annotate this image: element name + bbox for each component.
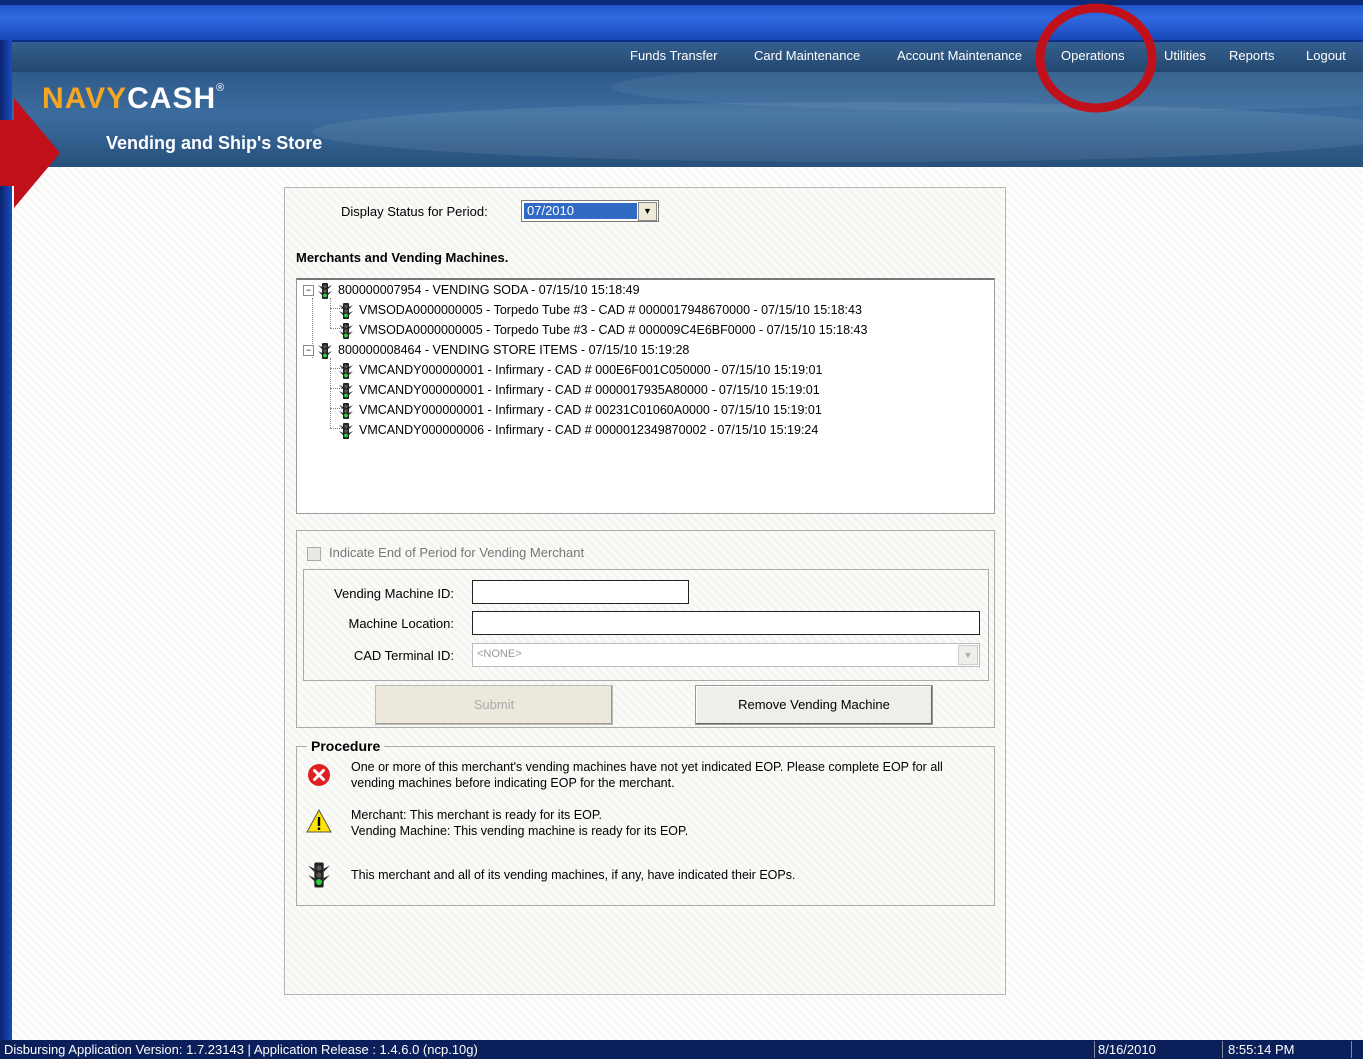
logo-cash-text: CASH [127, 82, 217, 115]
tree-merchant-row[interactable]: − 800000007954 - VENDING SODA - 07/15/10 … [303, 280, 640, 300]
traffic-light-icon [308, 862, 330, 888]
top-frame-band [0, 0, 1363, 40]
tree-merchant-row[interactable]: − 800000008464 - VENDING STORE ITEMS - 07… [303, 340, 689, 360]
remove-vending-machine-button[interactable]: Remove Vending Machine [695, 685, 933, 725]
period-label: Display Status for Period: [341, 204, 488, 219]
annotation-arrow [0, 98, 60, 208]
nav-account-maintenance[interactable]: Account Maintenance [897, 48, 1022, 63]
procedure-title: Procedure [307, 738, 385, 754]
merchant-tree[interactable]: − 800000007954 - VENDING SODA - 07/15/10 … [296, 278, 995, 514]
procedure-box: Procedure One or more of this merchant's… [296, 738, 995, 906]
tree-row-label: VMCANDY000000001 - Infirmary - CAD # 000… [359, 383, 820, 397]
nav-card-maintenance[interactable]: Card Maintenance [754, 48, 860, 63]
vending-panel: Display Status for Period: 07/2010 ▼ Mer… [284, 187, 1006, 995]
nav-logout[interactable]: Logout [1306, 48, 1346, 63]
tree-machine-row[interactable]: VMSODA0000000005 - Torpedo Tube #3 - CAD… [339, 300, 862, 320]
tree-row-label: VMSODA0000000005 - Torpedo Tube #3 - CAD… [359, 303, 862, 317]
period-select-value: 07/2010 [524, 203, 637, 219]
procedure-error-text: One or more of this merchant's vending m… [351, 760, 943, 790]
cad-terminal-id-label: CAD Terminal ID: [353, 648, 454, 663]
status-separator [1351, 1041, 1352, 1058]
status-time: 8:55:14 PM [1228, 1042, 1295, 1057]
submit-button[interactable]: Submit [375, 685, 613, 725]
eop-checkbox-label: Indicate End of Period for Vending Merch… [329, 545, 585, 560]
status-separator [1094, 1041, 1095, 1058]
header-banner: NAVYCASH® Vending and Ship's Store [12, 72, 1363, 167]
status-bar: Disbursing Application Version: 1.7.2314… [0, 1040, 1363, 1059]
tree-machine-row[interactable]: VMCANDY000000001 - Infirmary - CAD # 002… [339, 400, 822, 420]
vending-machine-id-input[interactable] [472, 580, 689, 604]
app-window: Funds Transfer Card Maintenance Account … [12, 42, 1363, 1040]
status-date: 8/16/2010 [1098, 1042, 1156, 1057]
procedure-warning-text: Merchant: This merchant is ready for its… [351, 807, 971, 839]
warning-icon [306, 809, 332, 833]
tree-row-label: VMCANDY000000001 - Infirmary - CAD # 002… [359, 403, 822, 417]
traffic-light-icon [339, 382, 353, 399]
vending-machine-id-label: Vending Machine ID: [334, 586, 454, 601]
chevron-down-icon[interactable]: ▼ [958, 645, 978, 665]
cad-terminal-select[interactable]: <NONE> ▼ [472, 643, 980, 667]
machine-location-input[interactable] [472, 611, 980, 635]
traffic-light-icon [339, 322, 353, 339]
main-content: Display Status for Period: 07/2010 ▼ Mer… [12, 167, 1363, 1040]
tree-row-label: VMSODA0000000005 - Torpedo Tube #3 - CAD… [359, 323, 868, 337]
procedure-merchant-ready: Merchant: This merchant is ready for its… [351, 808, 603, 822]
collapse-icon[interactable]: − [303, 285, 314, 297]
traffic-light-icon [318, 282, 332, 299]
traffic-light-icon [339, 402, 353, 419]
banner-wave [312, 102, 1363, 162]
period-select[interactable]: 07/2010 ▼ [521, 200, 659, 222]
traffic-light-icon [339, 302, 353, 319]
machine-location-label: Machine Location: [348, 616, 454, 631]
eop-checkbox[interactable] [307, 546, 321, 561]
procedure-complete-text: This merchant and all of its vending mac… [351, 868, 796, 882]
tree-machine-row[interactable]: VMCANDY000000001 - Infirmary - CAD # 000… [339, 380, 820, 400]
nav-funds-transfer[interactable]: Funds Transfer [630, 48, 717, 63]
eop-form-box: Indicate End of Period for Vending Merch… [296, 530, 995, 728]
nav-reports[interactable]: Reports [1229, 48, 1275, 63]
procedure-machine-ready: Vending Machine: This vending machine is… [351, 824, 689, 838]
machine-fields-group: Vending Machine ID: Machine Location: CA… [303, 569, 989, 681]
error-icon [308, 764, 330, 786]
status-separator [1222, 1041, 1223, 1058]
tree-connector [330, 298, 331, 328]
traffic-light-icon [339, 422, 353, 439]
chevron-down-icon[interactable]: ▼ [638, 202, 657, 221]
tree-row-label: 800000007954 - VENDING SODA - 07/15/10 1… [338, 283, 640, 297]
tree-section-title: Merchants and Vending Machines. [296, 250, 509, 265]
logo-registered-mark: ® [216, 82, 226, 94]
navycash-logo: NAVYCASH® [42, 82, 225, 116]
tree-row-label: 800000008464 - VENDING STORE ITEMS - 07/… [338, 343, 690, 357]
tree-machine-row[interactable]: VMCANDY000000006 - Infirmary - CAD # 000… [339, 420, 818, 440]
annotation-circle [1035, 3, 1157, 113]
nav-utilities[interactable]: Utilities [1164, 48, 1206, 63]
collapse-icon[interactable]: − [303, 345, 314, 357]
tree-machine-row[interactable]: VMSODA0000000005 - Torpedo Tube #3 - CAD… [339, 320, 867, 340]
eop-checkbox-row[interactable]: Indicate End of Period for Vending Merch… [307, 545, 584, 561]
top-frame-line [0, 0, 1363, 5]
tree-row-label: VMCANDY000000006 - Infirmary - CAD # 000… [359, 423, 819, 437]
top-navigation: Funds Transfer Card Maintenance Account … [12, 42, 1363, 73]
app-version-text: Disbursing Application Version: 1.7.2314… [4, 1042, 478, 1057]
traffic-light-icon [339, 362, 353, 379]
tree-machine-row[interactable]: VMCANDY000000001 - Infirmary - CAD # 000… [339, 360, 822, 380]
traffic-light-icon [318, 342, 332, 359]
cad-terminal-value: <NONE> [477, 648, 522, 660]
tree-row-label: VMCANDY000000001 - Infirmary - CAD # 000… [359, 363, 823, 377]
page-subtitle: Vending and Ship's Store [106, 133, 323, 153]
